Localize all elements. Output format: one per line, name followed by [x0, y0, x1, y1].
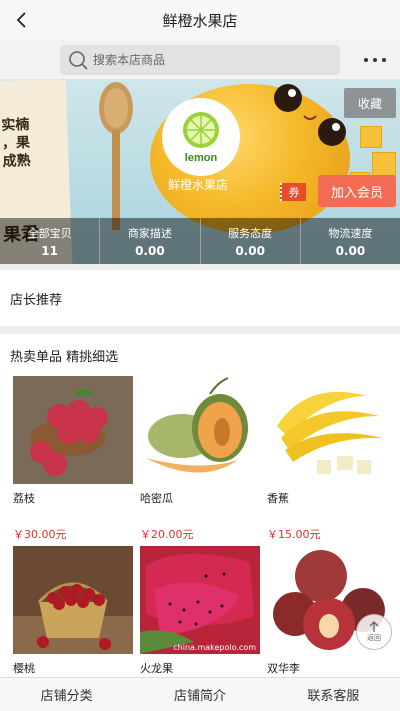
- join-member-button[interactable]: 加入会员: [318, 175, 396, 207]
- dot-icon: [382, 58, 386, 62]
- tab-contact-service[interactable]: 联系客服: [267, 678, 400, 711]
- stat-value: 11: [41, 243, 58, 258]
- section-title: 热卖单品 精挑细选: [10, 350, 119, 365]
- stat-value: 0.00: [335, 243, 366, 258]
- store-page: 鲜橙水果店 实楠 ，果 成熟 果君: [0, 0, 400, 711]
- melon-image: [140, 376, 260, 484]
- back-to-top-button[interactable]: 返回: [356, 614, 392, 650]
- back-to-top-label: 返回: [367, 634, 381, 642]
- logo-text: lemon: [184, 152, 218, 164]
- product-image: china.makepolo.com: [140, 546, 260, 654]
- stat-label: 服务态度: [228, 226, 273, 240]
- search-input[interactable]: [93, 53, 333, 67]
- product-card[interactable]: 香蕉 ￥15.00元: [267, 376, 387, 542]
- back-button[interactable]: [6, 4, 38, 36]
- chevron-left-icon: [16, 12, 26, 28]
- store-name: 鲜橙水果店: [168, 178, 229, 192]
- product-card[interactable]: 荔枝 ￥30.00元: [13, 376, 133, 542]
- product-image: [140, 376, 260, 484]
- tab-store-intro[interactable]: 店铺简介: [133, 678, 266, 711]
- product-card[interactable]: 哈密瓜 ￥20.00元: [140, 376, 260, 542]
- stat-label: 物流速度: [328, 226, 373, 240]
- product-name: 哈密瓜: [140, 492, 173, 505]
- product-image: [13, 376, 133, 484]
- product-image: [267, 376, 387, 484]
- search-icon: [69, 51, 88, 70]
- arrow-up-icon: [369, 621, 379, 632]
- hot-section: 热卖单品 精挑细选 荔枝 ￥30.00元 哈密瓜 ￥20.00元 香蕉 ￥15.…: [0, 334, 400, 677]
- watermark: china.makepolo.com: [173, 643, 256, 652]
- nav-bar: 鲜橙水果店: [0, 0, 400, 40]
- lemon-logo-icon: [183, 112, 219, 148]
- wooden-spoon-image: [99, 82, 133, 230]
- tab-store-categories[interactable]: 店铺分类: [0, 678, 133, 711]
- product-name: 荔枝: [13, 492, 35, 505]
- store-logo: lemon: [162, 98, 240, 176]
- product-card[interactable]: 樱桃: [13, 546, 133, 676]
- product-name: 樱桃: [13, 662, 35, 675]
- stat-label: 全部宝贝: [27, 226, 72, 240]
- dot-icon: [364, 58, 368, 62]
- mango-cube-image: [372, 152, 396, 176]
- cherry-image: [13, 546, 133, 654]
- mango-cube-image: [360, 126, 382, 148]
- stat-value: 0.00: [235, 243, 265, 258]
- stat-all-items[interactable]: 全部宝贝 11: [0, 218, 101, 264]
- product-price: ￥20.00元: [140, 528, 194, 541]
- search-box[interactable]: [60, 45, 340, 75]
- stat-logistics: 物流速度 0.00: [301, 218, 400, 264]
- stat-description: 商家描述 0.00: [100, 218, 201, 264]
- lychee-image: [13, 376, 133, 484]
- product-image: [13, 546, 133, 654]
- search-bar: [0, 40, 400, 80]
- dot-icon: [373, 58, 377, 62]
- more-menu-button[interactable]: [364, 52, 386, 68]
- coupon-badge[interactable]: 券: [280, 183, 306, 201]
- stat-label: 商家描述: [127, 226, 172, 240]
- note-line: 成熟: [2, 152, 31, 170]
- banana-image: [267, 376, 387, 484]
- product-price: ￥15.00元: [267, 528, 321, 541]
- page-title: 鲜橙水果店: [162, 11, 238, 30]
- store-banner: 实楠 ，果 成熟 果君 lemon 鲜橙水果店 收藏 券 加入会员 全部宝贝 1…: [0, 80, 400, 264]
- recommend-section: 店长推荐: [0, 270, 400, 326]
- product-name: 香蕉: [267, 492, 289, 505]
- bottom-tab-bar: 店铺分类 店铺简介 联系客服: [0, 677, 400, 711]
- product-card[interactable]: 双华李: [267, 546, 387, 676]
- product-card[interactable]: china.makepolo.com 火龙果: [140, 546, 260, 676]
- stat-value: 0.00: [135, 243, 165, 258]
- store-stats: 全部宝贝 11 商家描述 0.00 服务态度 0.00 物流速度 0.00: [0, 218, 400, 264]
- product-name: 火龙果: [140, 662, 173, 675]
- section-title: 店长推荐: [10, 292, 63, 308]
- dragon-fruit-image: [140, 546, 260, 654]
- product-price: ￥30.00元: [13, 528, 67, 541]
- favorite-button[interactable]: 收藏: [344, 88, 396, 118]
- stat-service: 服务态度 0.00: [201, 218, 301, 264]
- product-name: 双华李: [267, 662, 300, 675]
